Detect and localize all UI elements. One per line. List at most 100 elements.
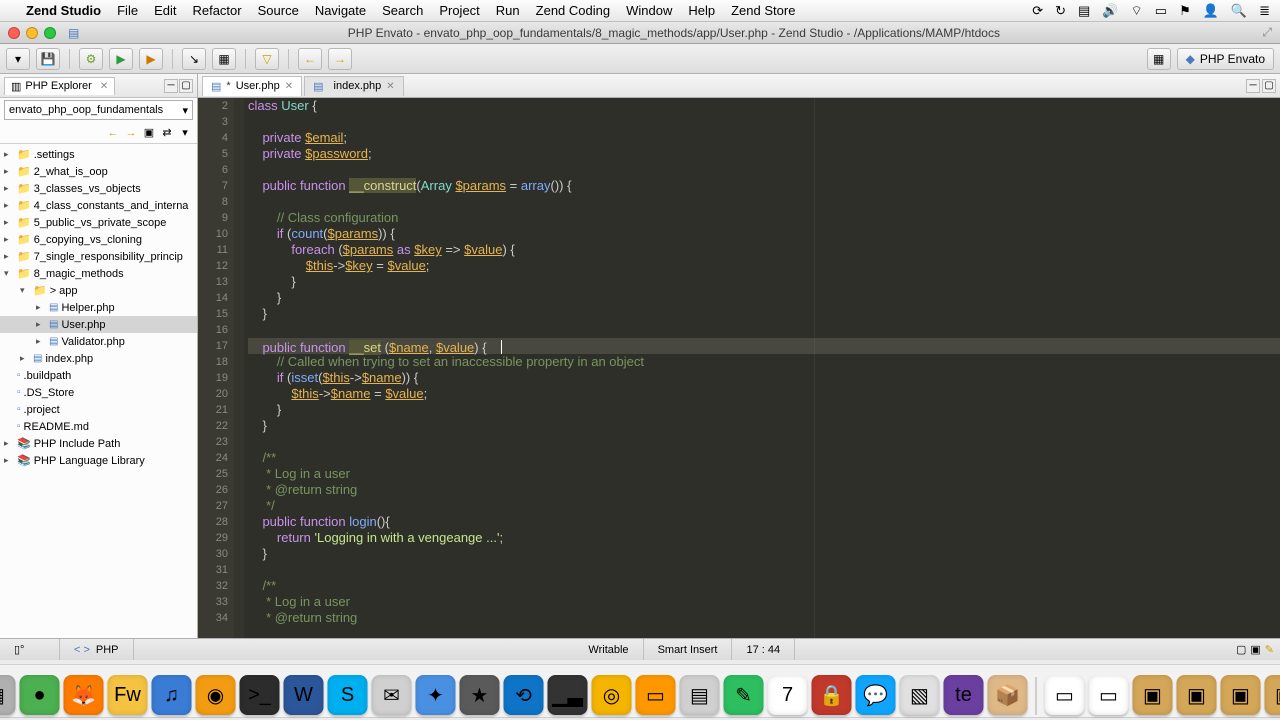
twisty-icon[interactable]: ▾ [4, 268, 14, 279]
tree-item[interactable]: ▸📁6_copying_vs_cloning [0, 231, 197, 248]
dock-launchpad[interactable]: ▦ [0, 675, 16, 715]
nav-fwd-icon[interactable]: → [123, 125, 139, 141]
status-icon-1[interactable]: ▢ [1236, 643, 1246, 656]
tree-item[interactable]: ▫.DS_Store [0, 384, 197, 401]
run-button[interactable]: ▶ [109, 48, 133, 70]
open-perspective-button[interactable]: ▦ [1147, 48, 1171, 70]
menu-search[interactable]: Search [382, 3, 423, 18]
wifi-icon[interactable]: ⌔ [1131, 3, 1143, 19]
view-menu-icon[interactable]: ▾ [177, 125, 193, 141]
dock-imovie[interactable]: ★ [460, 675, 500, 715]
dock-preview[interactable]: ▧ [900, 675, 940, 715]
dock-activity[interactable]: ▁▃ [548, 675, 588, 715]
zoom-window-button[interactable] [44, 27, 56, 39]
tree-item[interactable]: ▸📁7_single_responsibility_princip [0, 248, 197, 265]
maximize-icon[interactable]: ⤢ [1262, 25, 1272, 40]
editor-tab-index-php[interactable]: ▤index.php✕ [304, 76, 404, 96]
tree-item[interactable]: ▸📚PHP Language Library [0, 452, 197, 469]
dock-chrome[interactable]: ◎ [592, 675, 632, 715]
close-window-button[interactable] [8, 27, 20, 39]
menu-file[interactable]: File [117, 3, 138, 18]
nav-back-icon[interactable]: ← [105, 125, 121, 141]
dropbox-icon[interactable]: ▤ [1078, 3, 1090, 19]
new-button[interactable]: ▾ [6, 48, 30, 70]
external-tools-button[interactable]: ▶ [139, 48, 163, 70]
dock-messages[interactable]: 💬 [856, 675, 896, 715]
twisty-icon[interactable]: ▸ [36, 302, 46, 313]
menu-navigate[interactable]: Navigate [315, 3, 366, 18]
editor-minimize-icon[interactable]: ─ [1246, 79, 1260, 93]
fold-gutter[interactable] [234, 98, 244, 638]
close-view-icon[interactable]: ✕ [100, 81, 108, 92]
forward-button[interactable]: → [328, 48, 352, 70]
twisty-icon[interactable]: ▸ [4, 183, 14, 194]
menu-zend-coding[interactable]: Zend Coding [536, 3, 610, 18]
tree-item[interactable]: ▫.project [0, 401, 197, 418]
dock-firefox[interactable]: 🦊 [64, 675, 104, 715]
tree-item[interactable]: ▫.buildpath [0, 367, 197, 384]
back-button[interactable]: ← [298, 48, 322, 70]
dock-box[interactable]: 📦 [988, 675, 1028, 715]
dock-folder3[interactable]: ▣ [1221, 675, 1261, 715]
tree-item[interactable]: ▸▤Helper.php [0, 299, 197, 316]
menu-window[interactable]: Window [626, 3, 672, 18]
twisty-icon[interactable]: ▸ [36, 336, 46, 347]
editor-maximize-icon[interactable]: ▢ [1262, 79, 1276, 93]
dock-1password[interactable]: 🔒 [812, 675, 852, 715]
mac-dock[interactable]: ☺▦●🦊Fw♫◉>_WS✉✦★⟲▁▃◎▭▤✎7🔒💬▧te📦▭▭▣▣▣▣🗑 [0, 664, 1280, 718]
filter-button[interactable]: ▽ [255, 48, 279, 70]
tool-1-button[interactable]: ↘ [182, 48, 206, 70]
dock-safari-green[interactable]: ● [20, 675, 60, 715]
editor-tab-User-php[interactable]: ▤*User.php✕ [202, 76, 302, 96]
dock-evernote[interactable]: ✎ [724, 675, 764, 715]
minimize-window-button[interactable] [26, 27, 38, 39]
twisty-icon[interactable]: ▸ [4, 234, 14, 245]
tree-item[interactable]: ▸▤index.php [0, 350, 197, 367]
dock-doc1[interactable]: ▭ [1045, 675, 1085, 715]
tree-item[interactable]: ▸▤Validator.php [0, 333, 197, 350]
tree-item[interactable]: ▾📁> app [0, 282, 197, 299]
status-icon-3[interactable]: ✎ [1265, 643, 1274, 656]
twisty-icon[interactable]: ▸ [4, 149, 14, 160]
dock-textmate[interactable]: te [944, 675, 984, 715]
minimize-view-icon[interactable]: ─ [164, 79, 178, 93]
dock-orange-app[interactable]: ◉ [196, 675, 236, 715]
debug-button[interactable]: ⚙ [79, 48, 103, 70]
php-explorer-tab[interactable]: ▥ PHP Explorer ✕ [4, 77, 115, 95]
menu-project[interactable]: Project [439, 3, 479, 18]
dock-folder4[interactable]: ▣ [1265, 675, 1280, 715]
twisty-icon[interactable]: ▸ [20, 353, 30, 364]
twisty-icon[interactable]: ▸ [4, 200, 14, 211]
menu-zend-store[interactable]: Zend Store [731, 3, 795, 18]
dock-mail[interactable]: ✉ [372, 675, 412, 715]
menu-help[interactable]: Help [688, 3, 715, 18]
tree-item[interactable]: ▾📁8_magic_methods [0, 265, 197, 282]
dock-fireworks[interactable]: Fw [108, 675, 148, 715]
close-tab-icon[interactable]: ✕ [285, 81, 293, 92]
project-tree[interactable]: ▸📁.settings▸📁2_what_is_oop▸📁3_classes_vs… [0, 144, 197, 638]
maximize-view-icon[interactable]: ▢ [179, 79, 193, 93]
dock-terminal[interactable]: >_ [240, 675, 280, 715]
menu-refactor[interactable]: Refactor [192, 3, 241, 18]
twisty-icon[interactable]: ▸ [36, 319, 46, 330]
code-editor[interactable]: 2345678910111213141516171819202122232425… [198, 98, 1280, 638]
dock-folder1[interactable]: ▣ [1133, 675, 1173, 715]
sync-icon[interactable]: ⟳ [1032, 3, 1043, 19]
link-editor-icon[interactable]: ⇄ [159, 125, 175, 141]
status-icon-2[interactable]: ▣ [1250, 643, 1260, 656]
twisty-icon[interactable]: ▸ [4, 166, 14, 177]
dock-teamviewer[interactable]: ⟲ [504, 675, 544, 715]
tree-item[interactable]: ▸📚PHP Include Path [0, 435, 197, 452]
tree-item[interactable]: ▸📁.settings [0, 146, 197, 163]
dock-itunes[interactable]: ♫ [152, 675, 192, 715]
dock-safari[interactable]: ✦ [416, 675, 456, 715]
tree-item[interactable]: ▸📁5_public_vs_private_scope [0, 214, 197, 231]
dock-skype[interactable]: S [328, 675, 368, 715]
menu-edit[interactable]: Edit [154, 3, 176, 18]
menu-source[interactable]: Source [258, 3, 299, 18]
tree-item[interactable]: ▸▤User.php [0, 316, 197, 333]
dock-folder2[interactable]: ▣ [1177, 675, 1217, 715]
list-icon[interactable]: ≣ [1259, 3, 1270, 19]
spotlight-icon[interactable]: 🔍 [1231, 3, 1247, 19]
collapse-all-icon[interactable]: ▣ [141, 125, 157, 141]
